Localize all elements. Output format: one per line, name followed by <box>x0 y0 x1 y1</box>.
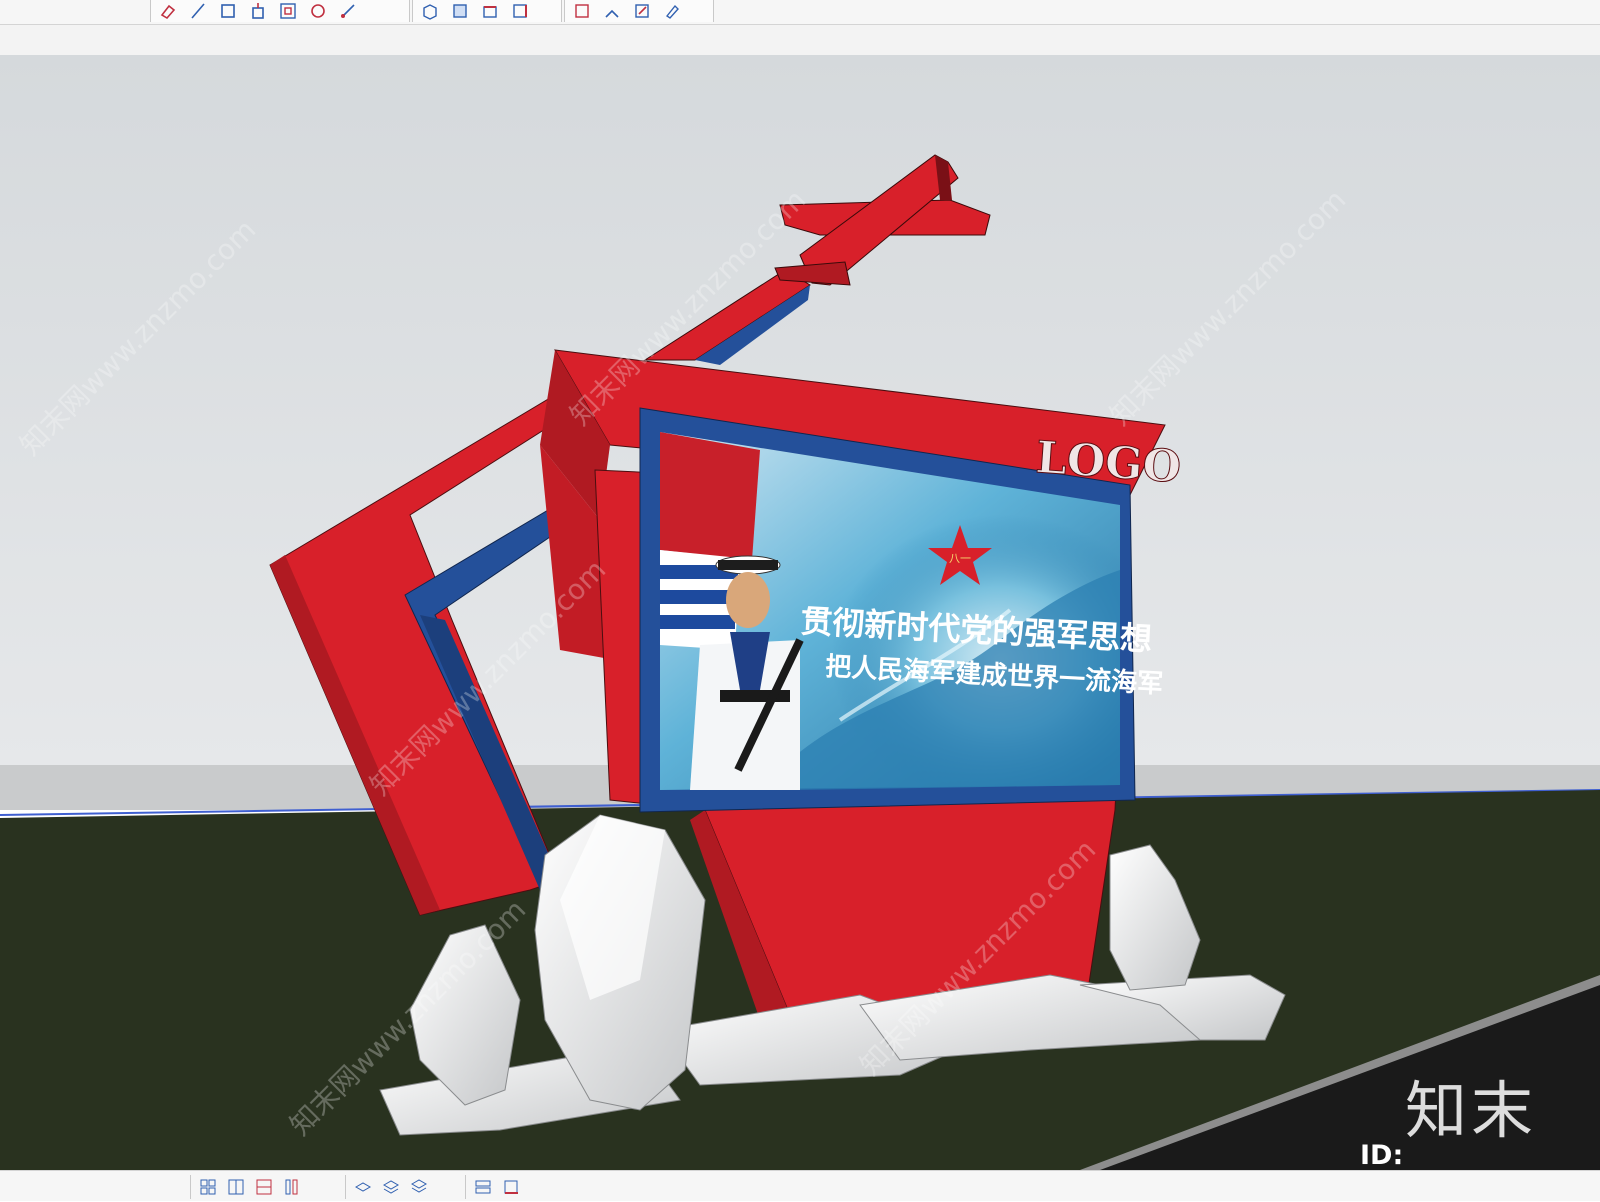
modify-tools-group <box>564 0 714 22</box>
window-icon[interactable] <box>500 1177 522 1197</box>
layer-down-icon[interactable] <box>408 1177 430 1197</box>
emblem-text: 八一 <box>949 552 971 565</box>
line-icon[interactable] <box>187 1 209 21</box>
tape-measure-icon[interactable] <box>337 1 359 21</box>
component-icon[interactable] <box>197 1177 219 1197</box>
shadow-icon[interactable] <box>281 1177 303 1197</box>
component-tools-group <box>190 1175 340 1199</box>
eraser-icon[interactable] <box>157 1 179 21</box>
window-tools-group <box>465 1175 545 1199</box>
paint-icon[interactable] <box>661 1 683 21</box>
logo-text: LOGO <box>1034 432 1182 493</box>
red-flag <box>660 432 760 560</box>
outliner-icon[interactable] <box>472 1177 494 1197</box>
layer-tools-group <box>345 1175 460 1199</box>
brand-watermark: 知末 <box>1405 1074 1538 1147</box>
layer-up-icon[interactable] <box>352 1177 374 1197</box>
bottom-toolbar <box>0 1170 1600 1201</box>
layer-icon[interactable] <box>380 1177 402 1197</box>
toolbar-spacer <box>0 25 1600 55</box>
section-plane-icon[interactable] <box>571 1 593 21</box>
front-view-icon[interactable] <box>479 1 501 21</box>
rectangle-icon[interactable] <box>217 1 239 21</box>
top-view-icon[interactable] <box>449 1 471 21</box>
right-view-icon[interactable] <box>509 1 531 21</box>
view-tools-group <box>412 0 562 22</box>
offset-icon[interactable] <box>277 1 299 21</box>
top-toolbar <box>0 0 1600 25</box>
scale-icon[interactable] <box>631 1 653 21</box>
iso-view-icon[interactable] <box>419 1 441 21</box>
model-viewport[interactable]: 八一 贯彻新时代党的强军思想 把人民海军建成世界一流海军 LOGO 知末网www… <box>0 55 1600 1170</box>
push-pull-icon[interactable] <box>247 1 269 21</box>
solid-icon[interactable] <box>253 1177 275 1197</box>
group-icon[interactable] <box>225 1177 247 1197</box>
follow-me-icon[interactable] <box>601 1 623 21</box>
drawing-tools-group <box>150 0 410 22</box>
rotate-icon[interactable] <box>307 1 329 21</box>
